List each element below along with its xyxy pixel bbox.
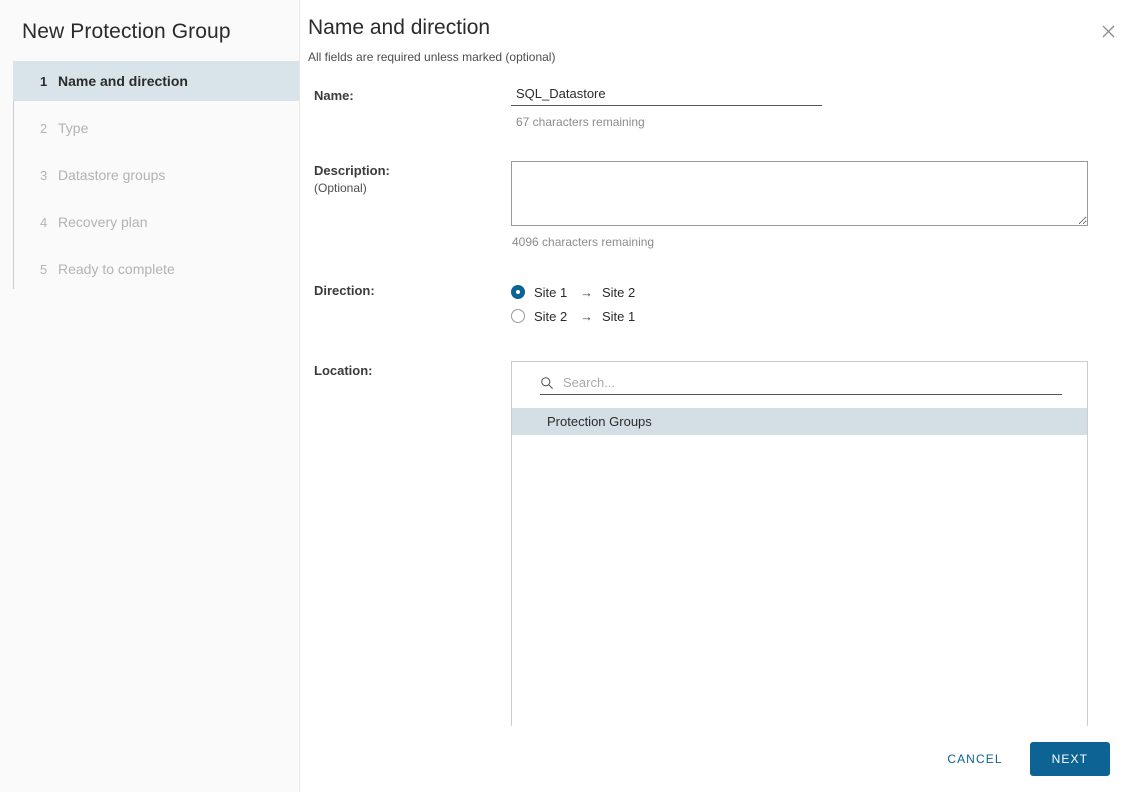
direction-from-label: Site 2 bbox=[534, 309, 572, 324]
sidebar-step-recovery-plan[interactable]: 4 Recovery plan bbox=[13, 202, 299, 242]
name-input[interactable] bbox=[511, 86, 822, 106]
description-textarea[interactable] bbox=[511, 161, 1088, 226]
direction-options: Site 1 → Site 2 Site 2 → Site 1 bbox=[511, 281, 1132, 329]
direction-to-label: Site 1 bbox=[602, 309, 635, 324]
step-number: 4 bbox=[40, 215, 56, 230]
wizard-footer: CANCEL NEXT bbox=[300, 726, 1132, 792]
next-button[interactable]: NEXT bbox=[1030, 742, 1110, 776]
direction-from-label: Site 1 bbox=[534, 285, 572, 300]
form-row-direction: Direction: Site 1 → Site 2 Site 2 → Site… bbox=[314, 281, 1132, 329]
protection-group-form: Name: 67 characters remaining Descriptio… bbox=[300, 86, 1132, 762]
sidebar-step-ready-to-complete[interactable]: 5 Ready to complete bbox=[13, 249, 299, 289]
close-icon[interactable] bbox=[1095, 18, 1121, 44]
direction-label: Direction: bbox=[314, 281, 511, 298]
step-label: Name and direction bbox=[58, 73, 188, 89]
cancel-button[interactable]: CANCEL bbox=[933, 744, 1016, 774]
radio-indicator-icon bbox=[511, 285, 525, 299]
step-number: 3 bbox=[40, 168, 56, 183]
description-helper-text: 4096 characters remaining bbox=[511, 235, 1132, 249]
radio-site2-to-site1[interactable]: Site 2 → Site 1 bbox=[511, 305, 1132, 327]
location-search-input[interactable] bbox=[563, 375, 1062, 390]
wizard-steps: 1 Name and direction 2 Type 3 Datastore … bbox=[0, 61, 299, 289]
form-row-location: Location: Protection Groups bbox=[314, 361, 1132, 762]
step-number: 2 bbox=[40, 121, 56, 136]
name-helper-text: 67 characters remaining bbox=[511, 115, 1132, 129]
page-subtitle: All fields are required unless marked (o… bbox=[300, 42, 1132, 64]
step-label: Ready to complete bbox=[58, 261, 175, 277]
location-list: Protection Groups bbox=[512, 408, 1087, 435]
description-label-text: Description: bbox=[314, 163, 390, 178]
description-label: Description: (Optional) bbox=[314, 161, 511, 195]
radio-indicator-icon bbox=[511, 309, 525, 323]
location-field-wrap: Protection Groups bbox=[511, 361, 1132, 762]
wizard-main-panel: Name and direction All fields are requir… bbox=[300, 0, 1132, 792]
radio-site1-to-site2[interactable]: Site 1 → Site 2 bbox=[511, 281, 1132, 303]
location-search-row bbox=[540, 375, 1062, 395]
arrow-right-icon: → bbox=[580, 285, 593, 300]
sidebar-step-name-and-direction[interactable]: 1 Name and direction bbox=[13, 61, 299, 101]
description-field-wrap: 4096 characters remaining bbox=[511, 161, 1132, 249]
step-number: 5 bbox=[40, 262, 56, 277]
new-protection-group-wizard: New Protection Group 1 Name and directio… bbox=[0, 0, 1132, 792]
location-label: Location: bbox=[314, 361, 511, 378]
wizard-sidebar: New Protection Group 1 Name and directio… bbox=[0, 0, 300, 792]
step-number: 1 bbox=[40, 74, 56, 89]
page-title: Name and direction bbox=[300, 0, 1132, 42]
step-label: Datastore groups bbox=[58, 167, 165, 183]
sidebar-step-type[interactable]: 2 Type bbox=[13, 108, 299, 148]
sidebar-step-datastore-groups[interactable]: 3 Datastore groups bbox=[13, 155, 299, 195]
location-item-protection-groups[interactable]: Protection Groups bbox=[512, 408, 1087, 435]
name-label: Name: bbox=[314, 86, 511, 103]
step-label: Type bbox=[58, 120, 88, 136]
wizard-title: New Protection Group bbox=[0, 0, 299, 46]
arrow-right-icon: → bbox=[580, 309, 593, 324]
location-picker-panel: Protection Groups bbox=[511, 361, 1088, 762]
form-row-description: Description: (Optional) 4096 characters … bbox=[314, 161, 1132, 249]
step-label: Recovery plan bbox=[58, 214, 148, 230]
location-item-label: Protection Groups bbox=[547, 414, 652, 429]
description-optional-text: (Optional) bbox=[314, 181, 511, 195]
name-field-wrap: 67 characters remaining bbox=[511, 86, 1132, 129]
direction-to-label: Site 2 bbox=[602, 285, 635, 300]
search-icon bbox=[540, 376, 554, 390]
form-row-name: Name: 67 characters remaining bbox=[314, 86, 1132, 129]
